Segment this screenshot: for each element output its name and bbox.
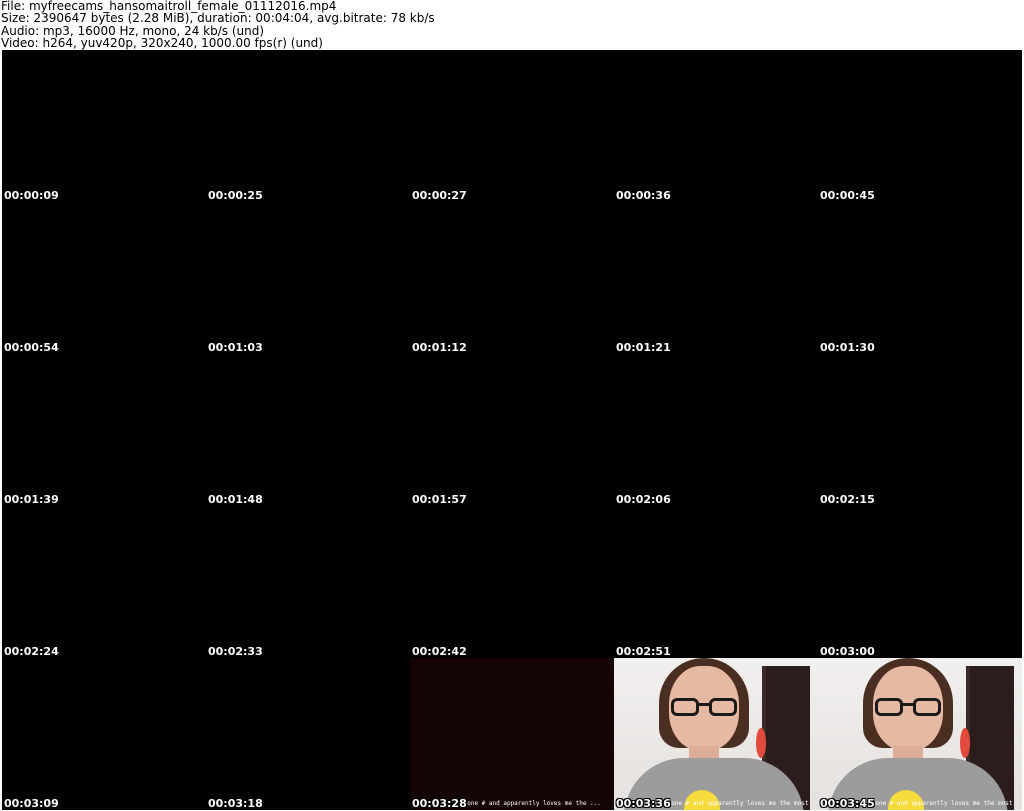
thumbnail-19: 00:03:00 bbox=[818, 506, 1022, 658]
thumbnail-timestamp: 00:01:39 bbox=[4, 493, 59, 506]
thumbnail-timestamp: 00:02:51 bbox=[616, 645, 671, 658]
thumbnail-timestamp: 00:00:27 bbox=[412, 189, 467, 202]
thumbnail-8: 00:01:21 bbox=[614, 202, 818, 354]
thumbnail-timestamp: 00:02:06 bbox=[616, 493, 671, 506]
thumbnail-timestamp: 00:01:12 bbox=[412, 341, 467, 354]
thumbnail-timestamp: 00:02:33 bbox=[208, 645, 263, 658]
file-size-line: Size: 2390647 bytes (2.28 MiB), duration… bbox=[1, 11, 435, 26]
glasses-icon bbox=[669, 698, 739, 718]
thumbnail-3: 00:00:36 bbox=[614, 50, 818, 202]
thumbnail-11: 00:01:48 bbox=[206, 354, 410, 506]
thumbnail-7: 00:01:12 bbox=[410, 202, 614, 354]
thumbnail-10: 00:01:39 bbox=[2, 354, 206, 506]
thumbnail-15: 00:02:24 bbox=[2, 506, 206, 658]
thumbnail-timestamp: 00:03:45 bbox=[820, 797, 875, 810]
thumbnail-timestamp: 00:03:00 bbox=[820, 645, 875, 658]
thumbnail-timestamp: 00:00:36 bbox=[616, 189, 671, 202]
thumbnail-timestamp: 00:00:54 bbox=[4, 341, 59, 354]
file-info-header: File: myfreecams_hansomaitroll_female_01… bbox=[0, 0, 1024, 50]
red-object-shape bbox=[960, 728, 970, 758]
thumbnail-timestamp: 00:02:24 bbox=[4, 645, 59, 658]
thumbnail-timestamp: 00:03:09 bbox=[4, 797, 59, 810]
glasses-icon bbox=[873, 698, 943, 718]
thumbnail-13: 00:02:06 bbox=[614, 354, 818, 506]
thumbnail-18: 00:02:51 bbox=[614, 506, 818, 658]
thumbnail-12: 00:01:57 bbox=[410, 354, 614, 506]
thumbnail-6: 00:01:03 bbox=[206, 202, 410, 354]
thumbnail-22: Phone # and apparently loves me the ... 0… bbox=[410, 658, 614, 810]
thumbnail-timestamp: 00:01:03 bbox=[208, 341, 263, 354]
thumbnail-5: 00:00:54 bbox=[2, 202, 206, 354]
thumbnail-timestamp: 00:02:15 bbox=[820, 493, 875, 506]
thumbnail-17: 00:02:42 bbox=[410, 506, 614, 658]
thumbnail-timestamp: 00:01:48 bbox=[208, 493, 263, 506]
thumbnail-21: 00:03:18 bbox=[206, 658, 410, 810]
thumbnail-caption: Phone # and apparently loves me the ... bbox=[460, 800, 601, 807]
thumbnail-timestamp: 00:00:25 bbox=[208, 189, 263, 202]
video-info-line: Video: h264, yuv420p, 320x240, 1000.00 f… bbox=[1, 35, 323, 50]
thumbnail-timestamp: 00:01:21 bbox=[616, 341, 671, 354]
thumbnail-20: 00:03:09 bbox=[2, 658, 206, 810]
thumbnail-14: 00:02:15 bbox=[818, 354, 1022, 506]
thumbnail-caption: Phone # and apparently loves me the most bbox=[664, 800, 809, 807]
thumbnail-timestamp: 00:01:30 bbox=[820, 341, 875, 354]
thumbnail-timestamp: 00:03:28 bbox=[412, 797, 467, 810]
thumbnail-4: 00:00:45 bbox=[818, 50, 1022, 202]
thumbnail-24: Phone # and apparently loves me the most… bbox=[818, 658, 1022, 810]
thumbnail-timestamp: 00:00:45 bbox=[820, 189, 875, 202]
thumbnail-timestamp: 00:00:09 bbox=[4, 189, 59, 202]
thumbnail-2: 00:00:27 bbox=[410, 50, 614, 202]
thumbnail-caption: Phone # and apparently loves me the most bbox=[868, 800, 1013, 807]
thumbnail-1: 00:00:25 bbox=[206, 50, 410, 202]
thumbnail-23: Phone # and apparently loves me the most… bbox=[614, 658, 818, 810]
thumbnail-0: 00:00:09 bbox=[2, 50, 206, 202]
thumbnail-grid: 00:00:09 00:00:25 00:00:27 00:00:36 00:00:45… bbox=[0, 50, 1024, 811]
thumbnail-9: 00:01:30 bbox=[818, 202, 1022, 354]
thumbnail-timestamp: 00:02:42 bbox=[412, 645, 467, 658]
red-object-shape bbox=[756, 728, 766, 758]
thumbnail-16: 00:02:33 bbox=[206, 506, 410, 658]
thumbnail-timestamp: 00:03:18 bbox=[208, 797, 263, 810]
thumbnail-timestamp: 00:01:57 bbox=[412, 493, 467, 506]
thumbnail-timestamp: 00:03:36 bbox=[616, 797, 671, 810]
